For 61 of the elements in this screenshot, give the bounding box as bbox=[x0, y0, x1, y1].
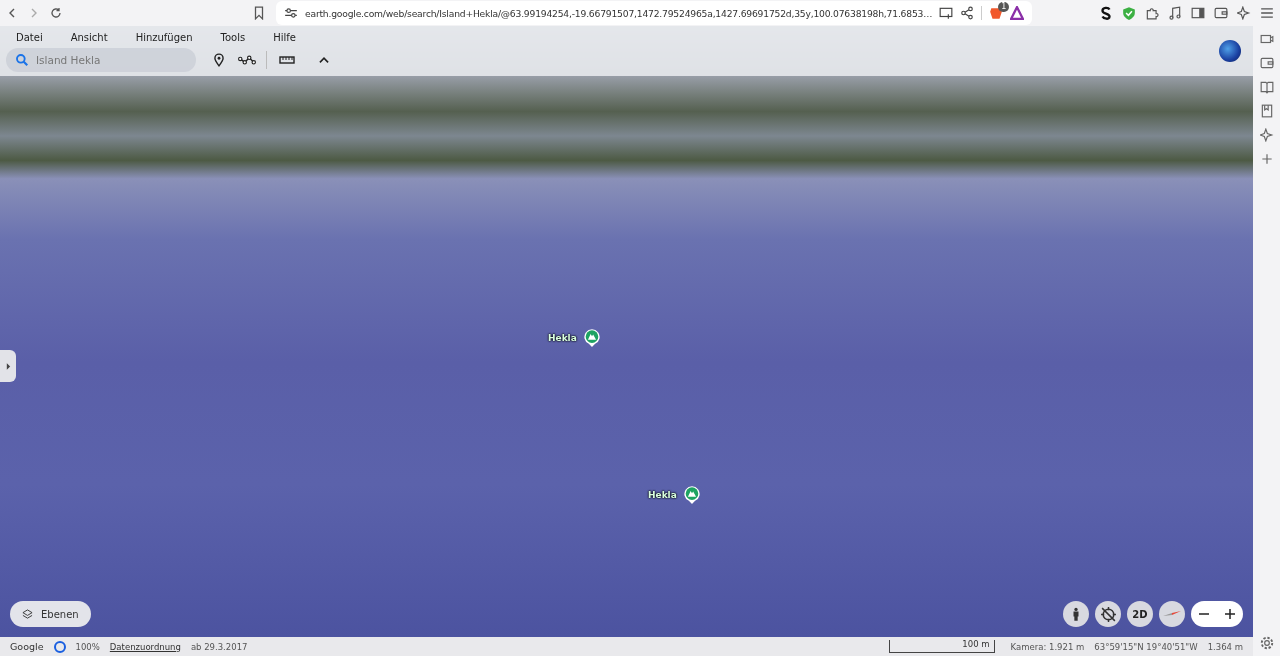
camera-altitude: Kamera: 1.921 m bbox=[1010, 641, 1085, 652]
scale-bar: 100 m bbox=[888, 640, 995, 653]
sidebar-icon[interactable] bbox=[1191, 6, 1205, 20]
install-app-icon[interactable] bbox=[939, 6, 954, 20]
s-logo-icon[interactable] bbox=[1099, 6, 1113, 20]
wallet-icon[interactable] bbox=[1214, 6, 1228, 20]
place-label[interactable]: Hekla bbox=[548, 333, 577, 343]
tilt-button[interactable] bbox=[1095, 601, 1121, 627]
location-pin-icon[interactable] bbox=[212, 53, 226, 67]
loading-ring-icon bbox=[53, 640, 66, 653]
sparkle-icon[interactable] bbox=[1237, 6, 1251, 20]
crossed-target-icon bbox=[1099, 605, 1117, 623]
compass-needle-icon bbox=[1162, 610, 1182, 618]
reload-icon[interactable] bbox=[50, 6, 62, 20]
puzzle-icon[interactable] bbox=[1145, 6, 1159, 20]
ruler-icon[interactable] bbox=[279, 53, 295, 67]
menu-item[interactable]: Tools bbox=[212, 31, 254, 43]
wallet-icon[interactable] bbox=[1259, 56, 1274, 70]
shield-check-icon[interactable] bbox=[1122, 6, 1136, 20]
mountain-pin-icon[interactable] bbox=[582, 328, 601, 348]
plus-icon bbox=[1224, 608, 1236, 620]
person-icon bbox=[1071, 606, 1081, 622]
menu-item[interactable]: Hilfe bbox=[265, 31, 304, 43]
bookmark-list-icon[interactable] bbox=[1259, 104, 1274, 118]
address-bar[interactable]: earth.google.com/web/search/Island+Hekla/@63.99194254,-19.66791507,1472.79524965a,1427.69691752d,35y,100.07638198h,71.6853… 1 bbox=[276, 1, 1033, 25]
share-icon[interactable] bbox=[960, 6, 975, 20]
music-icon[interactable] bbox=[1168, 6, 1182, 20]
layers-icon bbox=[22, 608, 33, 620]
view-mode-button[interactable]: 2D bbox=[1127, 601, 1153, 627]
book-icon[interactable] bbox=[1259, 80, 1274, 94]
menu-icon[interactable] bbox=[1260, 6, 1274, 20]
terrain-view[interactable]: Datei Ansicht Hinzufügen Tools Hilfe Island Hekla Hekla Hekla Ebenen 2D bbox=[0, 26, 1253, 637]
mountain-pin-icon[interactable] bbox=[682, 485, 701, 505]
layers-button[interactable]: Ebenen bbox=[10, 601, 91, 627]
url-text: earth.google.com/web/search/Island+Hekla/@63.99194254,-19.66791507,1472.79524965a,1427.69691752d,35y,100.07638198h,71.6853… bbox=[305, 7, 933, 19]
compass-button[interactable] bbox=[1159, 601, 1185, 627]
lion-shield-icon[interactable] bbox=[989, 6, 1004, 20]
elevation-text: 1.364 m bbox=[1207, 641, 1243, 652]
panel-toggle-button[interactable] bbox=[0, 350, 16, 382]
coordinates-text: 63°59'15"N 19°40'51"W bbox=[1094, 641, 1198, 652]
path-icon[interactable] bbox=[238, 53, 256, 67]
search-field[interactable]: Island Hekla bbox=[6, 48, 196, 72]
globe-icon[interactable] bbox=[1219, 40, 1241, 62]
menu-item[interactable]: Hinzufügen bbox=[127, 31, 201, 43]
menu-item[interactable]: Ansicht bbox=[62, 31, 116, 43]
search-icon bbox=[15, 53, 29, 67]
menu-item[interactable]: Datei bbox=[8, 31, 51, 43]
bookmark-icon[interactable] bbox=[252, 6, 266, 20]
imagery-date: ab 29.3.2017 bbox=[190, 641, 248, 652]
progress-text: 100% bbox=[75, 641, 100, 652]
caret-icon bbox=[5, 362, 11, 370]
video-icon[interactable] bbox=[1259, 32, 1274, 46]
brand-text: Google bbox=[10, 641, 44, 652]
sparkle-icon[interactable] bbox=[1259, 128, 1274, 142]
notification-badge: 1 bbox=[998, 2, 1010, 12]
attribution-link[interactable]: Datenzuordnung bbox=[109, 641, 181, 652]
settings-icon[interactable] bbox=[1259, 636, 1274, 650]
triangle-icon[interactable] bbox=[1010, 6, 1025, 20]
site-settings-icon[interactable] bbox=[284, 6, 298, 20]
street-view-button[interactable] bbox=[1063, 601, 1089, 627]
place-label[interactable]: Hekla bbox=[648, 490, 677, 500]
